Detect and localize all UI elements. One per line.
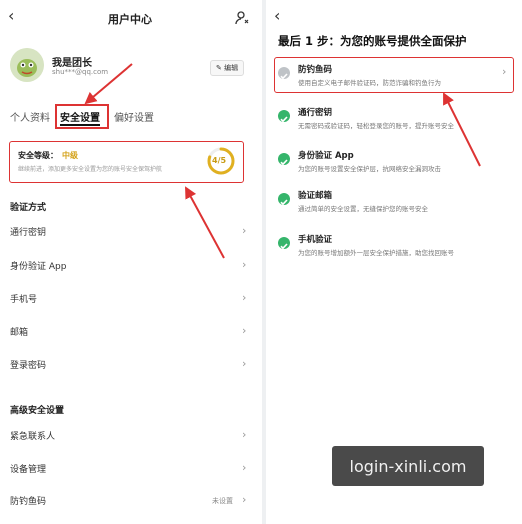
annotation-arrows <box>84 63 225 259</box>
watermark: login-xinli.com <box>332 446 484 486</box>
user-center-panel: ‹ 用户中心 我是团长 shu***@qq.com ✎ 编辑 个人资料 安全设置… <box>0 0 262 524</box>
